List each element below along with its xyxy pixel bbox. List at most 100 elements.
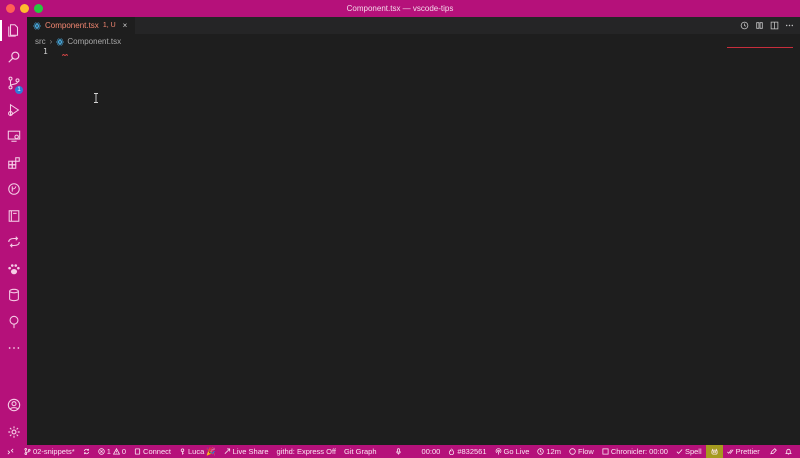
go-live-label: Go Live <box>503 447 530 456</box>
circle-icon <box>569 448 576 455</box>
sync-icon <box>83 448 89 455</box>
feedback-icon <box>770 448 777 455</box>
live-share-item[interactable]: Live Share <box>220 445 273 458</box>
paw-icon[interactable] <box>0 256 27 283</box>
check-icon <box>676 449 683 455</box>
live-share-icon[interactable] <box>0 229 27 256</box>
clock-icon <box>537 448 545 455</box>
compare-icon[interactable] <box>754 20 764 30</box>
microphone-icon <box>395 448 401 455</box>
tab-component-tsx[interactable]: Component.tsx 1, U × <box>27 17 135 34</box>
remote-indicator[interactable] <box>0 445 20 458</box>
connect-item[interactable]: Connect <box>130 445 175 458</box>
account-icon[interactable] <box>0 392 27 419</box>
status-bar: 02-snippets* 1 0 Connect Luca 🎉 Live Sha… <box>0 445 800 458</box>
problems-item[interactable]: 1 0 <box>94 445 130 458</box>
error-count: 1 <box>106 447 111 456</box>
window-controls <box>6 4 43 13</box>
feedback-item[interactable] <box>766 445 781 458</box>
line-number: 1 <box>43 47 48 56</box>
breadcrumb-folder[interactable]: src <box>35 37 46 46</box>
extensions-icon[interactable] <box>0 150 27 177</box>
timer-label: 00:00 <box>421 447 441 456</box>
error-squiggle <box>62 54 68 56</box>
more-actions-icon[interactable] <box>784 20 794 30</box>
chronicler-item[interactable]: Chronicler: 00:00 <box>598 445 672 458</box>
window-title: Component.tsx — vscode-tips <box>346 4 454 13</box>
wakatime-item[interactable]: 12m <box>533 445 565 458</box>
githd-item[interactable]: githd: Express Off <box>273 445 340 458</box>
go-live-item[interactable]: Go Live <box>491 445 534 458</box>
react-file-icon <box>56 38 65 45</box>
explorer-icon[interactable] <box>0 17 27 44</box>
double-check-icon <box>726 449 734 454</box>
notifications-item[interactable] <box>781 445 796 458</box>
branch-label: 02-snippets* <box>33 447 75 456</box>
broadcast-icon <box>495 448 501 455</box>
minimap-error-marker <box>727 47 793 48</box>
chronicler-label: Chronicler: 00:00 <box>610 447 668 456</box>
prettier-label: Prettier <box>735 447 760 456</box>
connect-label: Connect <box>143 447 171 456</box>
tab-label: Component.tsx <box>45 21 99 30</box>
branch-item[interactable]: 02-snippets* <box>20 445 79 458</box>
user-label: Luca 🎉 <box>187 447 216 456</box>
text-cursor-icon <box>94 93 98 103</box>
run-debug-icon[interactable] <box>0 97 27 124</box>
plug-icon <box>134 448 141 455</box>
spell-label: Spell <box>684 447 702 456</box>
sync-item[interactable] <box>79 445 94 458</box>
git-graph-item[interactable]: Git Graph <box>340 445 381 458</box>
breadcrumb: src › Component.tsx <box>35 36 121 47</box>
search-icon[interactable] <box>0 44 27 71</box>
wakatime-label: 12m <box>546 447 561 456</box>
editor-actions <box>739 20 794 30</box>
minimize-window-button[interactable] <box>20 4 29 13</box>
error-icon <box>98 448 105 455</box>
flow-label: Flow <box>577 447 594 456</box>
chevron-right-icon: › <box>49 37 53 46</box>
bell-icon <box>784 449 792 455</box>
record-icon <box>602 448 609 455</box>
book-icon[interactable] <box>0 203 27 230</box>
close-window-button[interactable] <box>6 4 15 13</box>
live-share-icon <box>224 448 230 454</box>
githd-label: githd: Express Off <box>276 447 337 456</box>
react-file-icon <box>33 22 41 29</box>
tab-problem-status: 1, U <box>102 22 116 29</box>
history-icon[interactable] <box>739 20 749 30</box>
warning-icon <box>112 448 120 455</box>
flame-icon <box>449 448 455 455</box>
copilot-item[interactable] <box>705 445 723 458</box>
issue-item[interactable]: #832561 <box>444 445 490 458</box>
remote-icon <box>7 448 13 455</box>
editor-tabs-bar: Component.tsx 1, U × <box>27 17 800 34</box>
activity-bar: 1 <box>0 17 27 445</box>
mic-item[interactable] <box>391 445 406 458</box>
github-icon[interactable] <box>0 176 27 203</box>
breadcrumb-file[interactable]: Component.tsx <box>67 37 121 46</box>
activity-bar-bottom <box>0 392 27 445</box>
live-share-label: Live Share <box>232 447 269 456</box>
git-graph-label: Git Graph <box>344 447 377 456</box>
maximize-window-button[interactable] <box>34 4 43 13</box>
settings-gear-icon[interactable] <box>0 419 27 446</box>
tree-icon[interactable] <box>0 309 27 336</box>
remote-explorer-icon[interactable] <box>0 123 27 150</box>
branch-icon <box>24 448 31 455</box>
key-icon <box>180 448 185 455</box>
warning-count: 0 <box>121 447 127 456</box>
split-icon[interactable] <box>769 20 779 30</box>
timer-item[interactable]: 00:00 <box>418 445 445 458</box>
title-bar: Component.tsx — vscode-tips <box>0 0 800 17</box>
copilot-icon <box>711 448 718 455</box>
prettier-item[interactable]: Prettier <box>723 445 764 458</box>
source-control-badge: 1 <box>15 85 23 94</box>
flow-item[interactable]: Flow <box>565 445 598 458</box>
database-icon[interactable] <box>0 282 27 309</box>
source-control-icon[interactable]: 1 <box>0 70 27 97</box>
spell-item[interactable]: Spell <box>672 445 706 458</box>
more-icon[interactable] <box>0 335 27 362</box>
user-item[interactable]: Luca 🎉 <box>175 445 220 458</box>
tab-close-icon[interactable]: × <box>123 21 128 30</box>
